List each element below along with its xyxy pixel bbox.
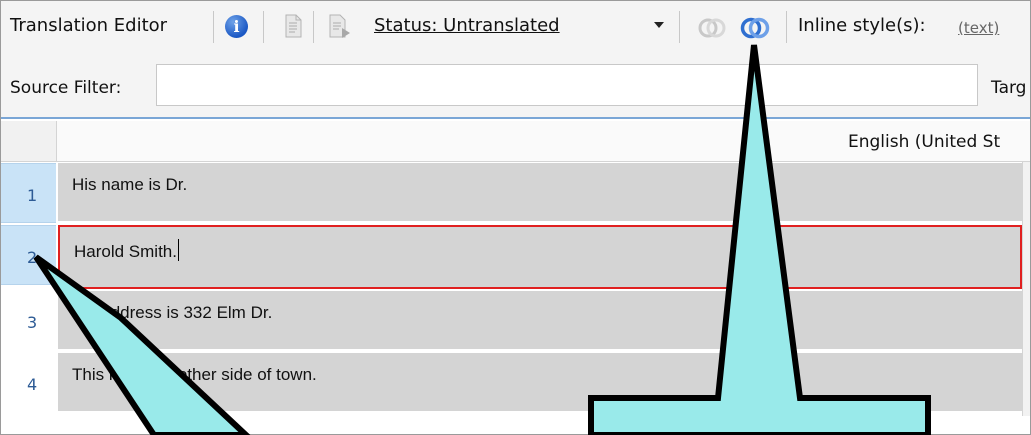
grid-corner-cell: [1, 121, 57, 161]
toolbar-separator: [313, 11, 314, 43]
segment-text: His name is Dr.: [72, 175, 188, 194]
overlap-rings-blue-icon[interactable]: [739, 16, 771, 40]
toolbar: Translation Editor i Status: Untranslate…: [1, 1, 1030, 57]
translation-editor-window: Translation Editor i Status: Untranslate…: [0, 0, 1031, 435]
segment-row[interactable]: His name is Dr.: [58, 163, 1022, 223]
target-filter-label: Targ: [991, 78, 1027, 98]
active-segment-row[interactable]: Harold Smith.: [58, 225, 1022, 289]
row-number-cell[interactable]: 1: [1, 163, 56, 223]
inline-styles-label: Inline style(s):: [798, 15, 926, 36]
toolbar-separator: [679, 11, 680, 43]
inline-style-text-link[interactable]: (text): [958, 19, 999, 37]
toolbar-separator: [213, 11, 214, 43]
row-number-cell[interactable]: 3: [1, 291, 56, 351]
text-cursor: [177, 239, 179, 261]
status-filter-dropdown[interactable]: Status: Untranslated: [374, 15, 560, 36]
segment-row[interactable]: This is on the other side of town.: [58, 353, 1022, 413]
toolbar-separator: [263, 11, 264, 43]
segment-row[interactable]: His address is 332 Elm Dr.: [58, 291, 1022, 351]
dropdown-arrow-icon[interactable]: [654, 22, 664, 28]
editor-title: Translation Editor: [10, 15, 168, 36]
segment-text: Harold Smith.: [74, 239, 179, 262]
move-up-document-icon[interactable]: [284, 14, 303, 38]
move-down-document-icon[interactable]: [328, 14, 352, 38]
target-column-edge: [1022, 162, 1030, 416]
grid-column-header: English (United St: [1, 121, 1030, 162]
source-language-header: English (United St: [848, 132, 1001, 152]
toolbar-separator: [786, 11, 787, 43]
segment-text: This is on the other side of town.: [72, 365, 317, 384]
row-number-cell-selected[interactable]: 2: [1, 225, 56, 285]
source-filter-input[interactable]: [156, 64, 978, 106]
row-number-cell[interactable]: 4: [1, 353, 56, 413]
divider: [1, 117, 1030, 119]
overlap-rings-gray-icon[interactable]: [697, 17, 727, 39]
segment-text: His address is 332 Elm Dr.: [72, 303, 273, 322]
source-filter-label: Source Filter:: [10, 78, 122, 98]
info-icon[interactable]: i: [225, 15, 248, 38]
filter-row: Source Filter: Targ: [1, 57, 1030, 117]
